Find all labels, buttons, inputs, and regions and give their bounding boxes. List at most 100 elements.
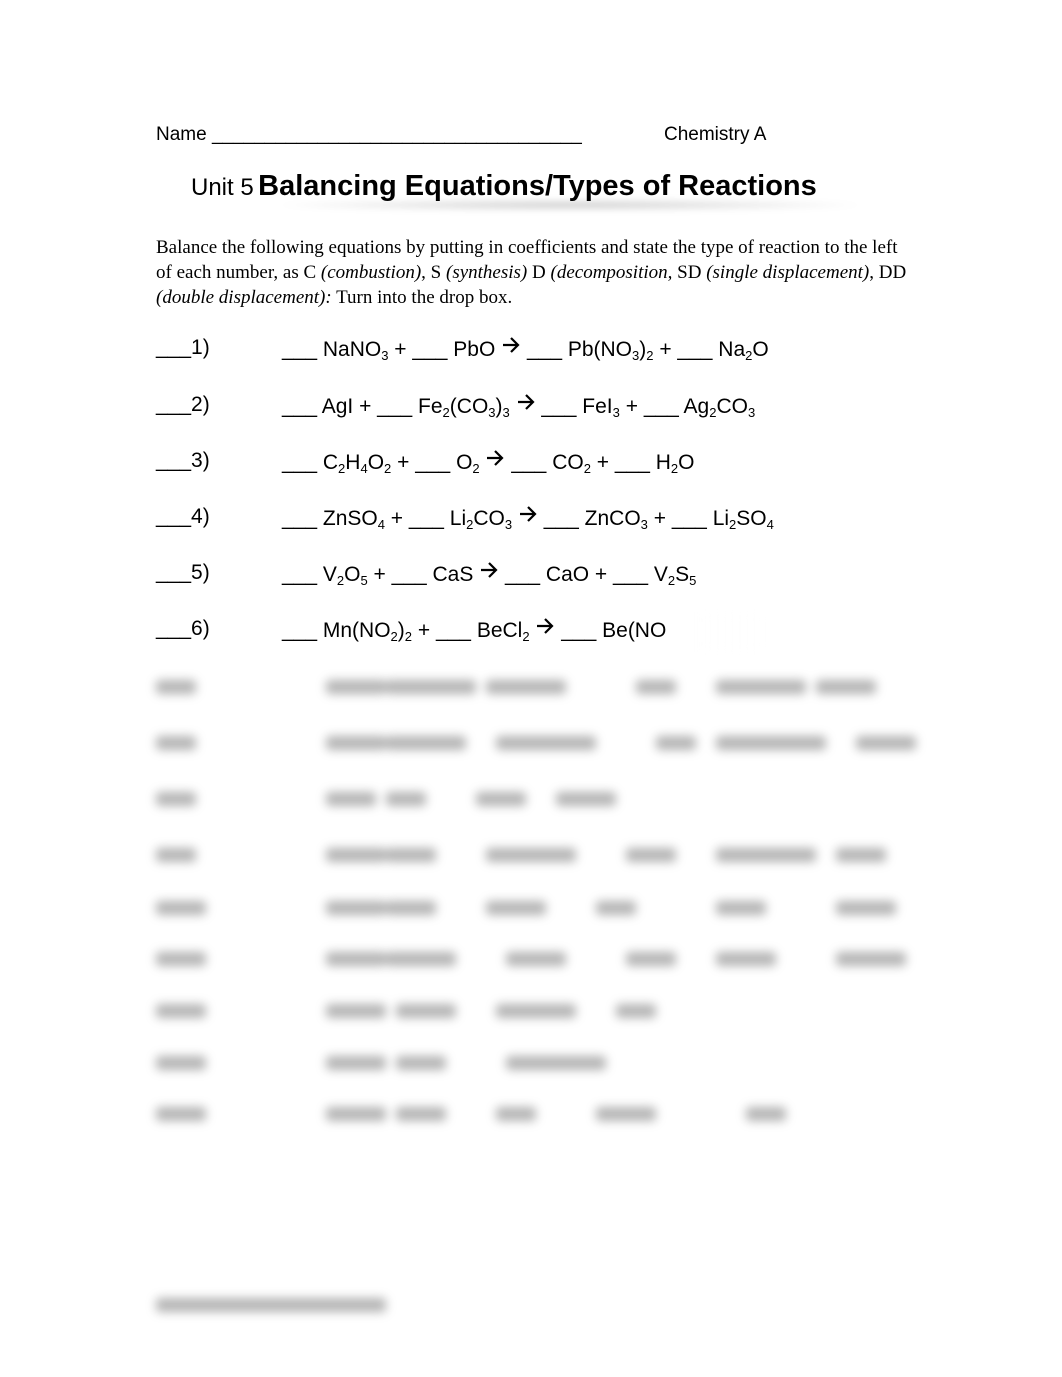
blurred-text-block [596,901,636,915]
blurred-equation-row [156,1103,856,1127]
blurred-text-block [326,1004,386,1018]
blurred-text-block [326,680,386,694]
right-arrow-icon [481,562,498,578]
instructions-text: D [527,262,551,283]
blurred-equation-row [156,844,886,868]
blurred-text-block [326,1056,386,1070]
blurred-text-block [856,736,916,750]
instructions-text: , DD [869,262,907,283]
blurred-text-block [156,1298,386,1312]
blurred-equation-row [156,1052,856,1076]
blurred-text-block [616,1004,656,1018]
blurred-text-block [326,848,386,862]
blurred-text-block [506,952,566,966]
equation-number[interactable]: ___2) [156,393,210,417]
blurred-text-block [496,1107,536,1121]
blurred-text-block [626,848,676,862]
right-arrow-icon [519,506,537,522]
blurred-text-block [396,1056,446,1070]
equation-number[interactable]: ___1) [156,336,210,360]
blurred-text-block [596,1107,656,1121]
blurred-text-block [396,1004,456,1018]
blurred-text-block [156,848,196,862]
blurred-text-block [156,952,206,966]
blurred-text-block [386,901,436,915]
blurred-text-block [326,1107,386,1121]
equation-body: ___ NaNO3 + ___ PbO ___ Pb(NO3)2 + ___ N… [282,337,769,363]
blurred-text-block [716,680,806,694]
right-arrow-icon [503,337,520,353]
blurred-text-block [486,901,546,915]
blurred-equation-row [156,732,916,756]
blurred-text-block [386,952,456,966]
name-field-label[interactable]: Name ___________________________________ [156,124,582,146]
equation-body: ___ C2H4O2 + ___ O2 ___ CO2 + ___ H2O [282,450,695,476]
blurred-text-block [836,901,896,915]
equation-body: ___ ZnSO4 + ___ Li2CO3 ___ ZnCO3 + ___ L… [282,506,774,532]
equation-number[interactable]: ___5) [156,561,210,585]
blurred-equation-row [156,1000,856,1024]
single-displacement-term: (single displacement) [706,262,870,283]
blurred-text-block [716,901,766,915]
blurred-text-block [386,680,476,694]
blurred-text-block [716,736,826,750]
blurred-text-block [326,736,386,750]
blurred-text-block [836,952,906,966]
title-main: Balancing Equations/Types of Reactions [258,170,817,202]
blurred-text-block [156,680,196,694]
blurred-text-block [716,952,776,966]
course-label: Chemistry A [664,124,767,145]
blurred-text-block [496,1004,576,1018]
blurred-text-block [156,1107,206,1121]
equation-body: ___ AgI + ___ Fe2(CO3)3 ___ FeI3 + ___ A… [282,394,756,420]
blurred-text-block [486,848,576,862]
instructions-text: , S [421,262,446,283]
equation-number[interactable]: ___4) [156,505,210,529]
blurred-text-block [626,952,676,966]
blurred-text-block [156,792,196,806]
blurred-text-block [156,1056,206,1070]
blurred-text-block [326,901,386,915]
instructions-text: SD [672,262,707,283]
double-displacement-term: (double displacement): [156,287,332,308]
blurred-text-block [326,952,386,966]
blurred-text-block [486,680,566,694]
blurred-text-block [396,1107,446,1121]
decomposition-term: (decomposition, [550,262,673,283]
blurred-text-block [746,1107,786,1121]
blurred-text-block [566,1056,606,1070]
title-unit: Unit 5 [191,174,254,201]
combustion-term: (combustion) [320,262,422,283]
right-arrow-icon [537,618,554,634]
synthesis-term: (synthesis) [446,262,528,283]
equation-number[interactable]: ___6) [156,617,210,641]
blurred-text-block [156,901,206,915]
equation-body: ___ V2O5 + ___ CaS ___ CaO + ___ V2S5 [282,562,697,588]
blurred-text-block [506,1056,576,1070]
blur-fade [700,612,920,652]
equation-number[interactable]: ___3) [156,449,210,473]
blurred-text-block [326,792,376,806]
blurred-equation-row [156,948,906,972]
right-arrow-icon [517,394,535,410]
blurred-text-block [476,792,526,806]
equation-body: ___ Mn(NO2)2 + ___ BeCl2 ___ Be(NO [282,618,667,644]
blurred-footer-url [156,1294,396,1318]
blurred-text-block [496,736,596,750]
blurred-text-block [556,792,616,806]
blurred-text-block [656,736,696,750]
blurred-text-block [836,848,886,862]
blurred-text-block [386,736,466,750]
blurred-text-block [386,792,426,806]
right-arrow-icon [487,450,505,466]
blurred-text-block [716,848,816,862]
blurred-text-block [816,680,876,694]
blurred-text-block [636,680,676,694]
blurred-equation-row [156,897,896,921]
blurred-text-block [156,1004,206,1018]
page-title: Unit 5 Balancing Equations/Types of Reac… [191,170,817,203]
blurred-equation-row [156,676,876,700]
instructions: Balance the following equations by putti… [156,235,916,310]
blurred-text-block [156,736,196,750]
blurred-text-block [386,848,436,862]
